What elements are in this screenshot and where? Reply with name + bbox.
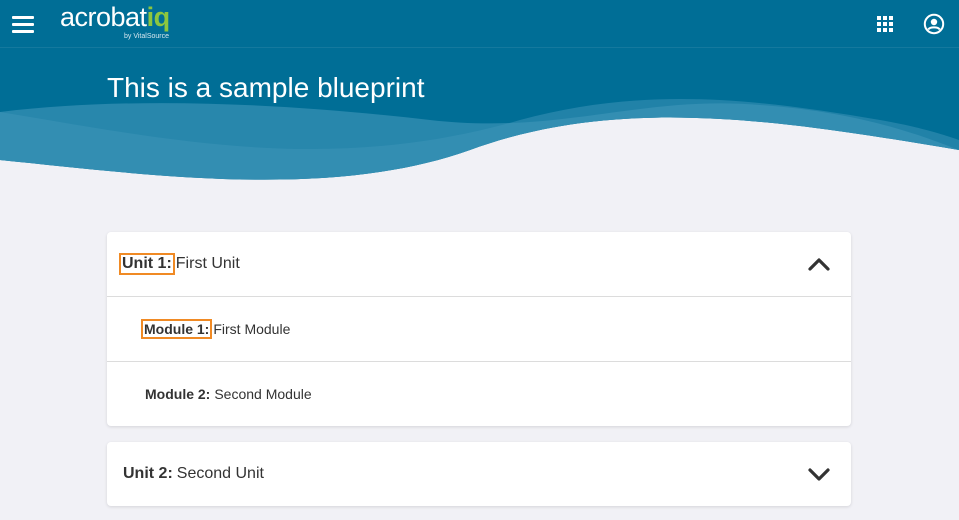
account-circle-icon[interactable] [923, 13, 945, 35]
top-app-bar: acrobatiq by VitalSource [0, 0, 959, 48]
unit-header[interactable]: Unit 2: Second Unit [107, 442, 851, 506]
unit-title: First Unit [175, 255, 240, 272]
logo-byline: by VitalSource [124, 33, 170, 40]
module-row[interactable]: Module 2: Second Module [107, 361, 851, 426]
unit-card: Unit 2: Second Unit [107, 442, 851, 506]
unit-title: Second Unit [176, 465, 264, 482]
unit-card: Unit 1: First Unit Module 1: First Modul… [107, 232, 851, 426]
apps-grid-icon[interactable] [877, 16, 893, 32]
unit-label: Unit 1: [119, 253, 175, 275]
module-title: First Module [213, 321, 291, 337]
chevron-down-icon[interactable] [807, 465, 831, 485]
module-label: Module 2: [145, 386, 211, 402]
unit-header[interactable]: Unit 1: First Unit [107, 232, 851, 296]
logo-wordmark: acrobatiq [60, 2, 170, 32]
module-label: Module 1: [140, 319, 213, 339]
module-title: Second Module [214, 386, 312, 402]
chevron-up-icon[interactable] [807, 254, 831, 274]
hamburger-menu-icon[interactable] [12, 12, 36, 36]
page-title: This is a sample blueprint [107, 72, 425, 103]
acrobatiq-logo[interactable]: acrobatiq by VitalSource [60, 2, 170, 42]
module-row[interactable]: Module 1: First Module [107, 296, 851, 361]
unit-label: Unit 2: [123, 465, 173, 482]
